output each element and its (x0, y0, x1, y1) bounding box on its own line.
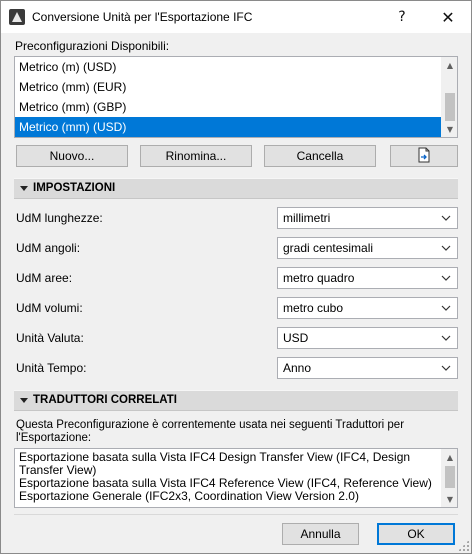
scroll-up-icon[interactable]: ▲ (442, 449, 457, 465)
translators-description-line1: Questa Preconfigurazione è correntemente… (16, 419, 405, 431)
scroll-up-icon[interactable]: ▲ (442, 57, 457, 73)
preset-item[interactable]: Metrico (m) (USD) (15, 57, 441, 77)
window-title: Conversione Unità per l'Esportazione IFC (32, 10, 253, 24)
scroll-down-icon[interactable]: ▼ (442, 121, 457, 137)
translators-list[interactable]: Esportazione basata sulla Vista IFC4 Des… (14, 448, 458, 508)
translators-description-line2: l'Esportazione: (16, 432, 92, 444)
ifc-unit-conversion-dialog: Conversione Unità per l'Esportazione IFC… (0, 0, 472, 554)
chevron-down-icon (439, 240, 453, 256)
time-unit-value: Anno (283, 361, 312, 375)
translator-item: Esportazione Generale (IFC2x3, Coordinat… (19, 489, 359, 503)
chevron-down-icon (439, 300, 453, 316)
scroll-thumb[interactable] (445, 466, 455, 488)
import-button[interactable] (390, 145, 458, 167)
footer-divider (14, 514, 458, 515)
angle-unit-label: UdM angoli: (16, 241, 81, 255)
volume-unit-value: metro cubo (283, 301, 344, 315)
translators-scrollbar[interactable]: ▲ ▼ (441, 449, 457, 507)
area-unit-value: metro quadro (283, 271, 355, 285)
ok-button[interactable]: OK (377, 523, 455, 545)
preset-item[interactable]: Metrico (mm) (GBP) (15, 97, 441, 117)
resize-grip-icon[interactable] (458, 540, 469, 551)
currency-unit-value: USD (283, 331, 309, 345)
app-icon (9, 9, 25, 25)
time-unit-label: Unità Tempo: (16, 361, 87, 375)
close-button[interactable]: ✕ (425, 1, 471, 33)
translators-section-header[interactable]: TRADUTTORI CORRELATI (14, 390, 458, 411)
volume-unit-label: UdM volumi: (16, 301, 83, 315)
translator-item: Esportazione basata sulla Vista IFC4 Des… (19, 450, 411, 477)
area-unit-label: UdM aree: (16, 271, 73, 285)
translators-section-title: TRADUTTORI CORRELATI (33, 394, 177, 406)
chevron-down-icon (439, 330, 453, 346)
preset-item[interactable]: Metrico (mm) (EUR) (15, 77, 441, 97)
time-unit-select[interactable]: Anno (277, 357, 458, 379)
rename-button[interactable]: Rinomina... (140, 145, 252, 167)
presets-label: Preconfigurazioni Disponibili: (15, 39, 170, 53)
title-bar[interactable]: Conversione Unità per l'Esportazione IFC… (1, 1, 471, 33)
currency-unit-select[interactable]: USD (277, 327, 458, 349)
scroll-thumb[interactable] (445, 93, 455, 121)
triangle-down-icon (20, 398, 28, 403)
settings-section-header[interactable]: IMPOSTAZIONI (14, 178, 458, 199)
delete-button[interactable]: Cancella (264, 145, 376, 167)
triangle-down-icon (20, 186, 28, 191)
presets-list[interactable]: Metrico (m) (USD) Metrico (mm) (EUR) Met… (14, 56, 458, 138)
length-unit-label: UdM lunghezze: (16, 211, 103, 225)
angle-unit-value: gradi centesimali (283, 241, 374, 255)
chevron-down-icon (439, 270, 453, 286)
scroll-down-icon[interactable]: ▼ (442, 491, 457, 507)
volume-unit-select[interactable]: metro cubo (277, 297, 458, 319)
import-file-icon (417, 147, 431, 166)
chevron-down-icon (439, 360, 453, 376)
length-unit-select[interactable]: millimetri (277, 207, 458, 229)
preset-item-selected[interactable]: Metrico (mm) (USD) (15, 117, 441, 137)
cancel-button[interactable]: Annulla (282, 523, 359, 545)
help-button[interactable]: ? (379, 1, 425, 33)
translators-list-content: Esportazione basata sulla Vista IFC4 Des… (19, 451, 439, 503)
length-unit-value: millimetri (283, 211, 331, 225)
angle-unit-select[interactable]: gradi centesimali (277, 237, 458, 259)
currency-unit-label: Unità Valuta: (16, 331, 84, 345)
new-button[interactable]: Nuovo... (16, 145, 128, 167)
presets-scrollbar[interactable]: ▲ ▼ (441, 57, 457, 137)
chevron-down-icon (439, 210, 453, 226)
settings-section-title: IMPOSTAZIONI (33, 182, 116, 194)
area-unit-select[interactable]: metro quadro (277, 267, 458, 289)
